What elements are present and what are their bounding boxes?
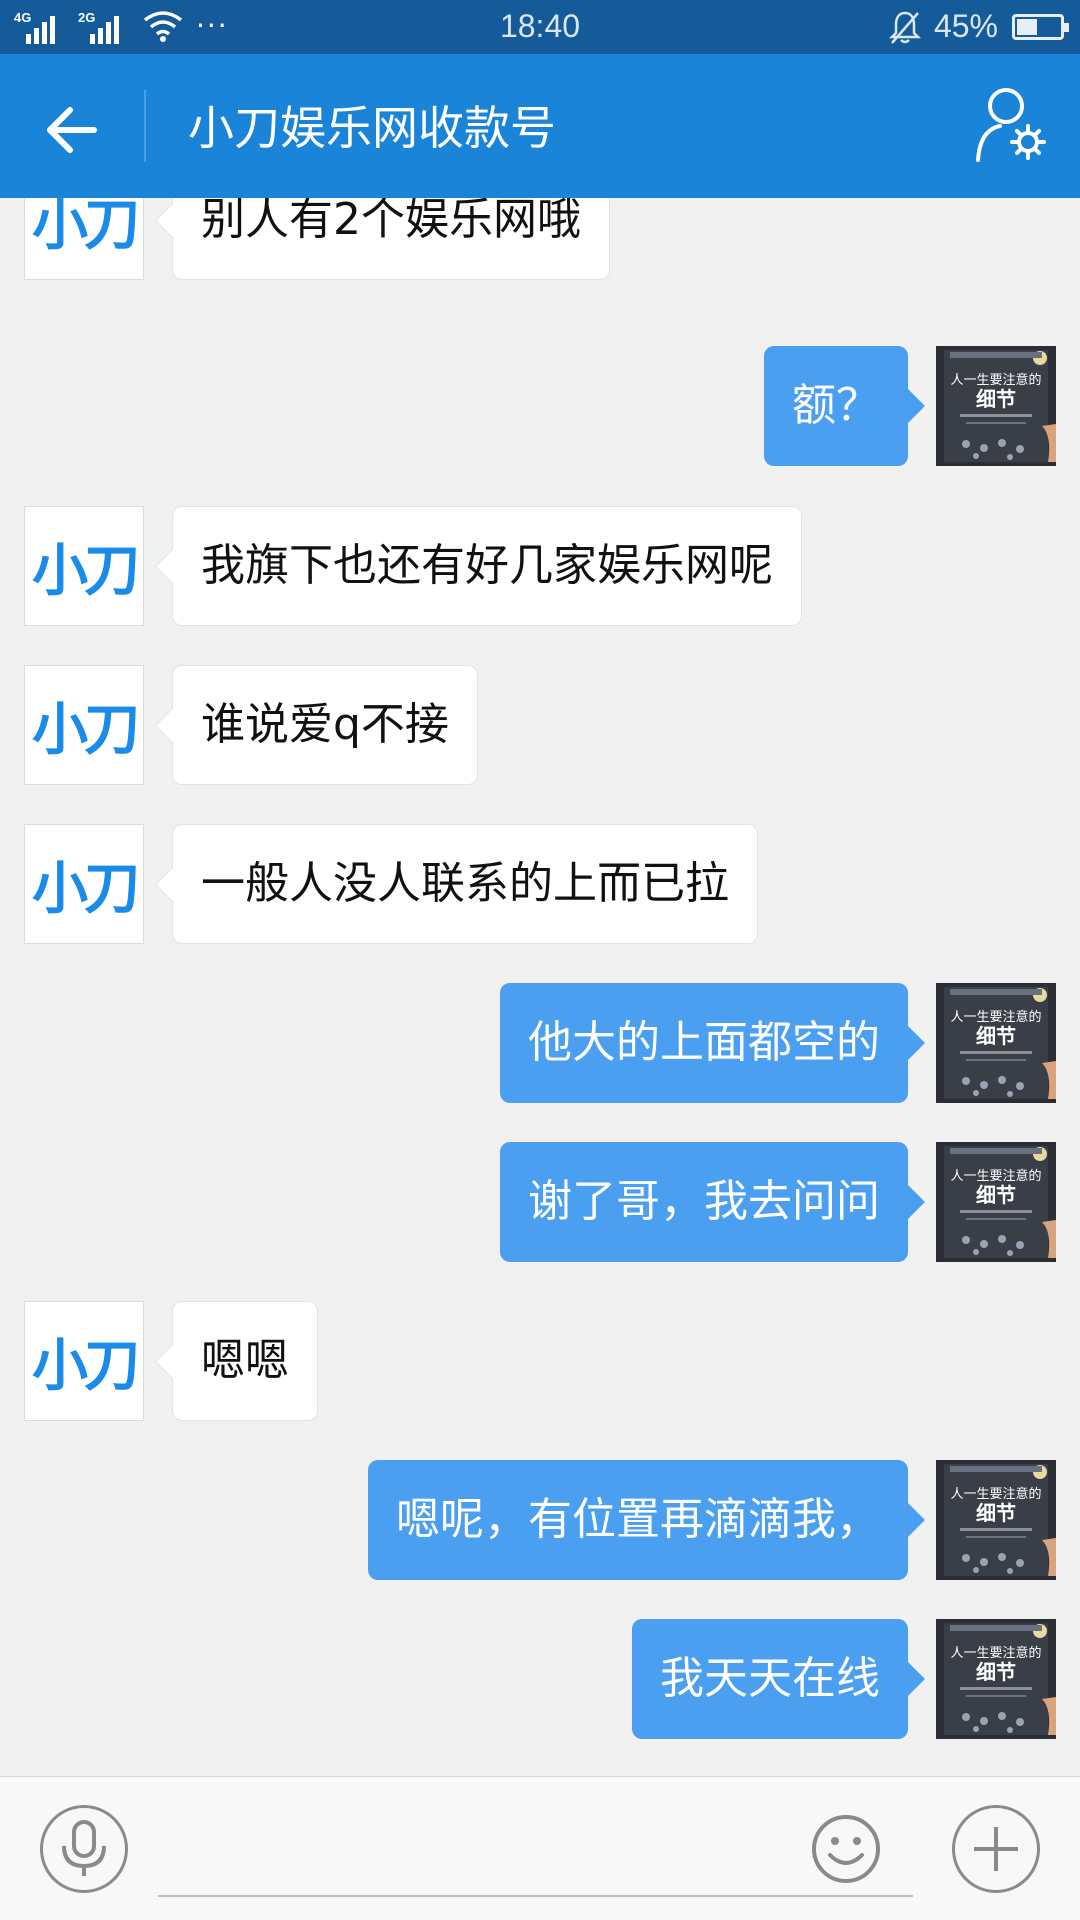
cover-subtitle-text: 细节: [976, 1660, 1016, 1684]
contact-avatar[interactable]: 小刀: [24, 198, 144, 280]
cover-subtitle-text: 细节: [976, 1183, 1016, 1207]
contact-avatar[interactable]: 小刀: [24, 665, 144, 785]
cover-subtitle-text: 细节: [976, 387, 1016, 411]
message-row: 我天天在线 人一生要注意的 细节: [0, 1617, 1080, 1741]
alarm-off-icon: [888, 11, 921, 44]
book-cover-avatar-image: 人一生要注意的 细节: [936, 1142, 1056, 1262]
cover-title-text: 人一生要注意的: [950, 1009, 1041, 1025]
status-bar: 4G 2G ··· 18:40 45%: [0, 0, 1080, 54]
incoming-message-bubble[interactable]: 嗯嗯: [172, 1301, 318, 1421]
contact-avatar-logo: 小刀: [32, 538, 140, 604]
message-row: 他大的上面都空的 人一生要注意的 细节: [0, 981, 1080, 1105]
title-divider: [144, 90, 146, 162]
contact-avatar[interactable]: 小刀: [24, 506, 144, 626]
contact-avatar[interactable]: 小刀: [24, 824, 144, 944]
book-cover-avatar-image: 人一生要注意的 细节: [936, 1460, 1056, 1580]
incoming-message-bubble[interactable]: 谁说爱q不接: [172, 665, 478, 785]
incoming-message-bubble[interactable]: 一般人没人联系的上而已拉: [172, 824, 758, 944]
message-text-field[interactable]: [158, 1807, 913, 1897]
incoming-message-bubble[interactable]: 我旗下也还有好几家娱乐网呢: [172, 506, 802, 626]
book-cover-avatar-image: 人一生要注意的 细节: [936, 1619, 1056, 1739]
message-row: 小刀 别人有2个娱乐网哦: [0, 198, 1080, 282]
contact-avatar-logo: 小刀: [32, 856, 140, 922]
outgoing-message-bubble[interactable]: 谢了哥，我去问问: [500, 1142, 908, 1262]
message-input-bar: [0, 1776, 1080, 1920]
outgoing-message-bubble[interactable]: 他大的上面都空的: [500, 983, 908, 1103]
cover-title-text: 人一生要注意的: [950, 372, 1041, 388]
battery-percent: 45%: [933, 8, 998, 44]
message-row: 额？ 人一生要注意的 细节: [0, 344, 1080, 468]
profile-settings-button[interactable]: [970, 84, 1050, 164]
outgoing-message-bubble[interactable]: 嗯呢，有位置再滴滴我，: [368, 1460, 908, 1580]
message-row: 小刀 谁说爱q不接: [0, 663, 1080, 787]
emoji-icon[interactable]: [810, 1813, 882, 1885]
cover-subtitle-text: 细节: [976, 1501, 1016, 1525]
battery-icon: [1012, 13, 1069, 40]
contact-avatar[interactable]: 小刀: [24, 1301, 144, 1421]
contact-avatar-logo: 小刀: [32, 697, 140, 763]
message-row: 嗯呢，有位置再滴滴我， 人一生要注意的 细节: [0, 1458, 1080, 1582]
cover-title-text: 人一生要注意的: [950, 1486, 1041, 1502]
book-cover-avatar-image: 人一生要注意的 细节: [936, 983, 1056, 1103]
title-bar: 小刀娱乐网收款号: [0, 54, 1080, 198]
outgoing-message-bubble[interactable]: 我天天在线: [632, 1619, 908, 1739]
message-row: 谢了哥，我去问问 人一生要注意的 细节: [0, 1140, 1080, 1264]
more-options-button[interactable]: [952, 1805, 1040, 1893]
profile-settings-icon: [976, 88, 1046, 162]
chat-title: 小刀娱乐网收款号: [188, 101, 556, 155]
self-avatar[interactable]: 人一生要注意的 细节: [936, 1619, 1056, 1739]
contact-avatar-logo: 小刀: [32, 1333, 140, 1399]
self-avatar[interactable]: 人一生要注意的 细节: [936, 1460, 1056, 1580]
arrow-left-icon: [47, 107, 97, 153]
cover-title-text: 人一生要注意的: [950, 1168, 1041, 1184]
self-avatar[interactable]: 人一生要注意的 细节: [936, 1142, 1056, 1262]
cover-title-text: 人一生要注意的: [950, 1645, 1041, 1661]
outgoing-message-bubble[interactable]: 额？: [764, 346, 908, 466]
plus-icon: [974, 1827, 1018, 1871]
message-row: 小刀 一般人没人联系的上而已拉: [0, 822, 1080, 946]
status-right: 45%: [888, 8, 1069, 45]
cover-subtitle-text: 细节: [976, 1024, 1016, 1048]
incoming-message-bubble[interactable]: 别人有2个娱乐网哦: [172, 198, 610, 280]
microphone-icon: [62, 1820, 106, 1876]
message-row: 小刀 我旗下也还有好几家娱乐网呢: [0, 504, 1080, 628]
battery-fill: [1017, 18, 1037, 35]
book-cover-avatar-image: 人一生要注意的 细节: [936, 346, 1056, 466]
self-avatar[interactable]: 人一生要注意的 细节: [936, 983, 1056, 1103]
voice-input-button[interactable]: [40, 1805, 128, 1893]
self-avatar[interactable]: 人一生要注意的 细节: [936, 346, 1056, 466]
message-row: 小刀 嗯嗯: [0, 1299, 1080, 1423]
chat-area[interactable]: 小刀 别人有2个娱乐网哦 额？ 人一生要注意的 细节 小刀 我旗下也还有好几家娱…: [0, 198, 1080, 1776]
back-button[interactable]: [36, 94, 108, 166]
contact-avatar-logo: 小刀: [32, 198, 140, 258]
